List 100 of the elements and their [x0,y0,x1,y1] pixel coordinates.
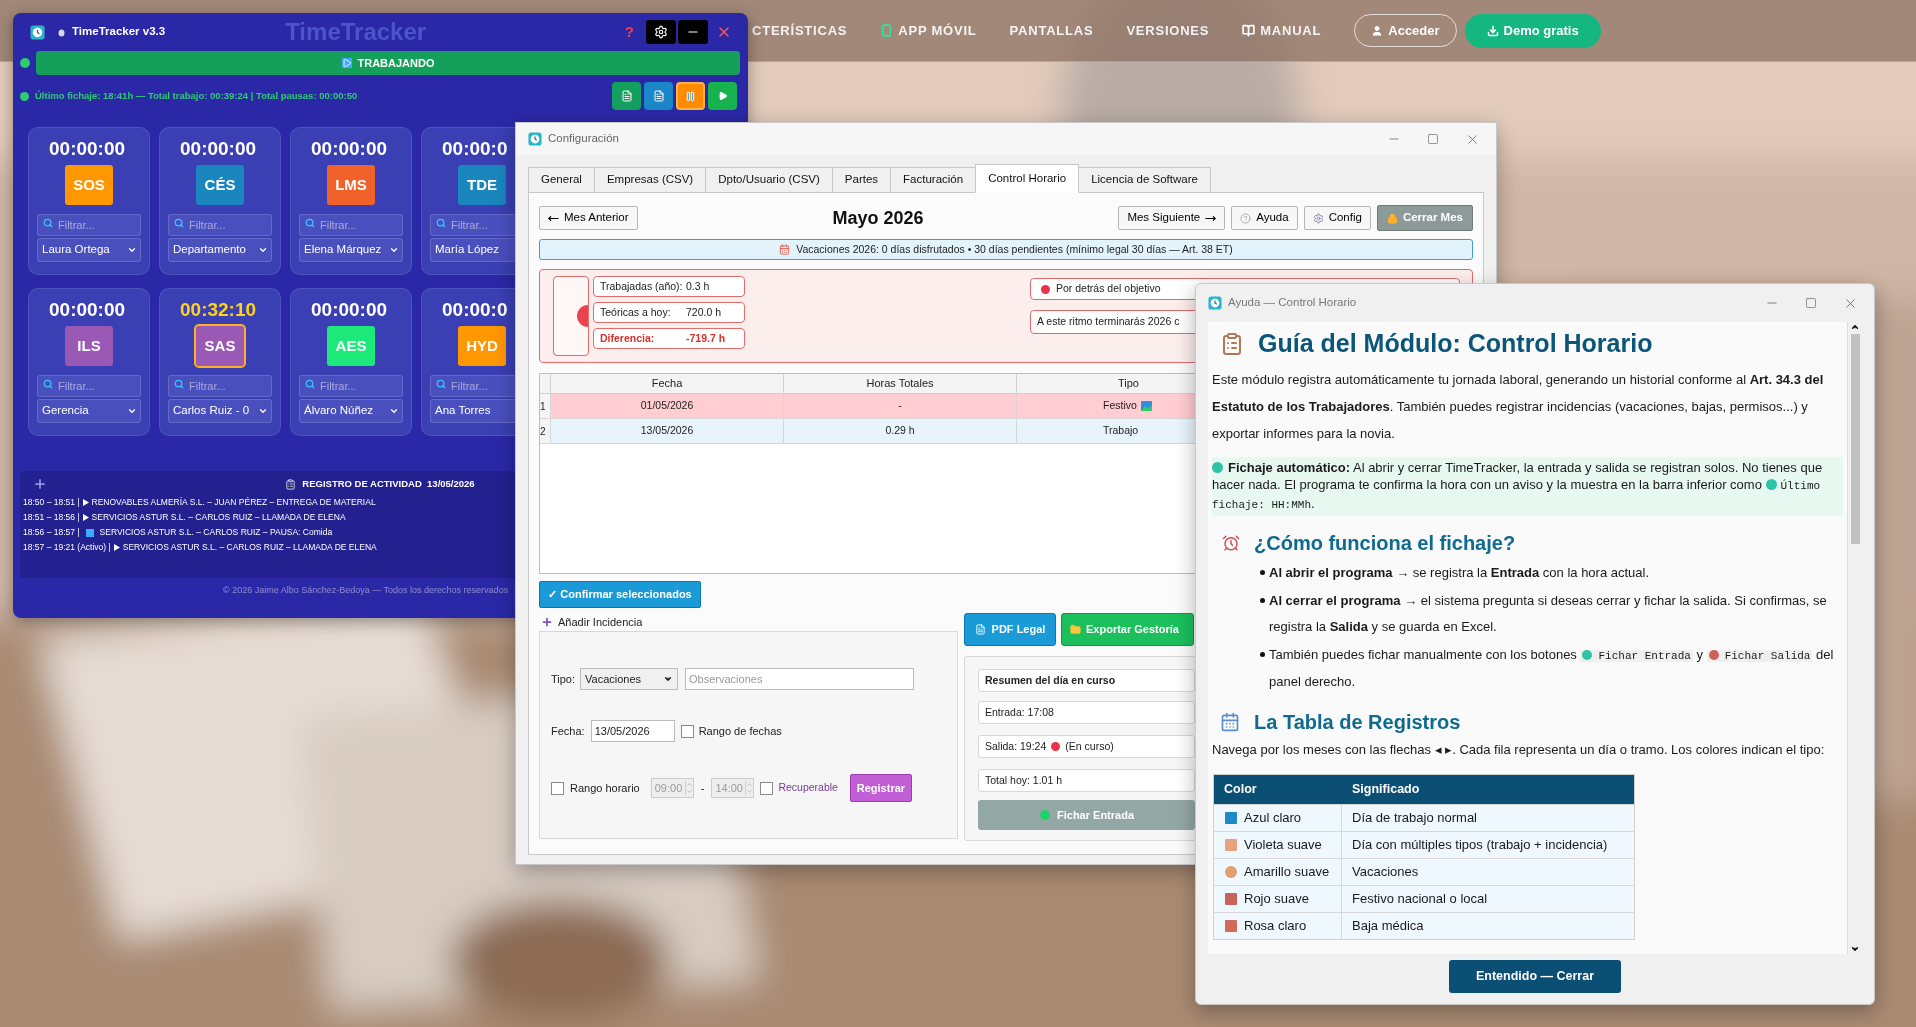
log-time: 18:57 – 19:21 (Activo) | [23,541,111,554]
table-intro: Navega por los meses con las flechas ◂ ▸. Cada fila representa un día o tramo. Los colores indican el tipo: [1212,741,1826,759]
row-number: 2 [540,419,550,443]
section-label: Añadir Incidencia [558,614,643,630]
stat-pill: Teóricas a hoy: 720.0 h [593,302,745,323]
bullet-text: Al abrir el programa → se registra la Entrada con la hora actual. [1269,564,1650,582]
timer-display: 00:00:00 [310,138,389,160]
config-button[interactable]: Config [1303,206,1371,230]
last-punch-info: Último fichaje: 18:41h — Total trabajo: 00:39:24 | Total pausas: 00:00:50 [35,88,358,103]
window-title: Configuración [548,131,619,147]
filter-field[interactable]: Filtrar... [299,214,403,236]
table-cell-text: Día con múltiples tipos (trabajo + incidencia) [1351,836,1609,855]
status-text: TRABAJANDO [357,55,435,71]
filter-field[interactable]: Filtrar... [168,214,272,236]
timer-display: 00:00:00 [179,138,258,160]
filter-field[interactable]: Filtrar... [430,214,515,236]
log-entry: SERVICIOS ASTUR S.L. – CARLOS RUIZ – PAUSA: Comida [99,526,333,539]
timer-display: 00:00:00 [310,299,389,321]
table-cell: 13/05/2026 [550,419,783,443]
summary-note: (En curso) [1065,738,1114,754]
log-entry: SERVICIOS ASTUR S.L. – CARLOS RUIZ – LLAMADA DE ELENA [122,541,377,554]
next-month-button[interactable]: Mes Siguiente [1118,206,1226,230]
notes-field[interactable]: Observaciones [685,668,915,690]
stat-pill: Diferencia: -719.7 h [593,328,745,349]
log-time: 18:51 – 18:56 | [23,511,80,524]
month-title: Mayo 2026 [831,206,925,230]
filter-field[interactable]: Filtrar... [299,375,403,397]
intro-paragraph: Este módulo registra automáticamente tu jornada laboral, generando un historial conforme al Art. 34.3 del Estatuto de los Trabajadores. También puedes registrar incidencias (vacaciones, bajas, permisos...) y exportar informes para la novia. [1212,371,1825,443]
callout-text: Fichaje automático: Al abrir y cerrar TimeTracker, la entrada y salida se registran solos. No tienes que hacer nada. El programa te confirma la hora con un aviso y la muestra en la barra inferior como Último fichaje: HH:MMh. [1212,457,1843,516]
log-title: REGISTRO DE ACTIVIDAD 13/05/2026 [302,476,475,491]
section-heading: La Tabla de Registros [1254,710,1461,735]
company-badge[interactable]: SAS [196,326,244,366]
tab[interactable]: General [528,167,595,193]
summary-title: Resumen del día en curso [978,669,1195,692]
timer-display: 00:00:0 [441,138,509,160]
table-cell: Trabajo [1103,423,1139,439]
tab[interactable]: Licencia de Software [1078,167,1211,193]
checkbox-label: Recuperable [778,780,838,796]
table-row[interactable]: 2 13/05/2026 0.29 h Trabajo [540,419,1195,444]
person-select[interactable]: Ana Torres [430,399,515,423]
table-cell-text: Rojo suave [1244,890,1310,909]
copyright-text: © 2026 Jaime Albo Sánchez-Bedoya — Todos los derechos reservados [223,584,509,597]
timer-display: 00:00:00 [48,299,127,321]
register-button[interactable]: Registrar [849,774,912,802]
date-field[interactable]: 13/05/2026 [590,720,675,742]
stat-pill: Trabajadas (año): 0.3 h [593,276,745,297]
type-select[interactable]: Vacaciones [580,668,679,690]
column-header[interactable]: Horas Totales [783,374,1016,393]
table-cell-text: Festivo nacional o local [1351,890,1489,909]
field-label: Tipo: [551,671,576,687]
table-cell-text: Rosa claro [1244,917,1307,936]
table-cell: 01/05/2026 [550,394,783,418]
table-cell-text: Baja médica [1351,917,1425,936]
person-select[interactable]: Carlos Ruiz - 0 [168,399,272,423]
row-number: 1 [540,394,550,418]
person-select[interactable]: Laura Ortega [37,238,141,262]
company-badge[interactable]: ILS [65,326,113,366]
table-cell: 0.29 h [783,419,1016,443]
timer-display: 00:00:0 [441,299,509,321]
table-cell-text: Vacaciones [1351,863,1420,882]
field-label: Fecha: [551,723,585,739]
filter-field[interactable]: Filtrar... [168,375,272,397]
column-header[interactable]: Fecha [550,374,783,393]
table-row[interactable]: 1 01/05/2026 - Festivo [540,394,1195,419]
confirm-close-button[interactable]: Entendido — Cerrar [1449,960,1621,993]
tab[interactable]: Control Horario [975,164,1080,193]
filter-field[interactable]: Filtrar... [430,375,515,397]
checkbox-label: Rango horario [570,780,640,796]
timer-display: 00:00:00 [48,138,127,160]
table-cell: Festivo [1103,398,1137,414]
help-button[interactable]: Ayuda [1231,206,1298,230]
person-select[interactable]: Departamento [168,238,272,262]
filter-field[interactable]: Filtrar... [37,375,141,397]
filter-field[interactable]: Filtrar... [37,214,141,236]
table-cell-text: Azul claro [1244,809,1302,828]
vacation-banner: Vacaciones 2026: 0 días disfrutados • 30 días pendientes (mínimo legal 30 días — Art. 38 ET) [539,239,1473,260]
bullet-text: También puedes fichar manualmente con los botones Fichar Entrada y Fichar Salida del panel derecho. [1269,646,1835,691]
log-entry: SERVICIOS ASTUR S.L. – CARLOS RUIZ – LLAMADA DE ELENA [91,511,346,524]
bullet-text: Al cerrar el programa → el sistema pregunta si deseas cerrar y fichar la salida. Si confirmas, se registra la Salida y se guarda en Excel. [1269,592,1828,636]
table-cell: - [783,394,1016,418]
company-badge[interactable]: CÉS [196,165,244,205]
window-title: TimeTracker v3.3 [72,24,166,40]
log-time: 18:56 – 18:57 | [23,526,80,539]
person-select[interactable]: Elena Márquez [299,238,403,262]
table-cell-text: Amarillo suave [1244,863,1330,882]
summary-line: Salida: 19:24 [985,738,1047,754]
timer-display: 00:32:10 [179,299,258,321]
person-select[interactable]: María López [430,238,515,262]
table-cell-text: Violeta suave [1244,836,1322,855]
log-entry: RENOVABLES ALMERÍA S.L. – JUAN PÉREZ – ENTREGA DE MATERIAL [91,496,376,509]
section-heading: ¿Cómo funciona el fichaje? [1254,531,1516,556]
person-select[interactable]: Gerencia [37,399,141,423]
table-cell-text: Día de trabajo normal [1351,809,1478,828]
company-badge[interactable]: TDE [458,165,506,205]
range-separator: - [700,780,705,796]
person-select[interactable]: Álvaro Núñez [299,399,403,423]
previous-month-button[interactable]: Mes Anterior [539,206,638,230]
column-header: Significado [1351,781,1421,799]
nav-link[interactable]: VERSIONES [1126,20,1210,41]
checkbox-label: Rango de fechas [698,723,782,739]
